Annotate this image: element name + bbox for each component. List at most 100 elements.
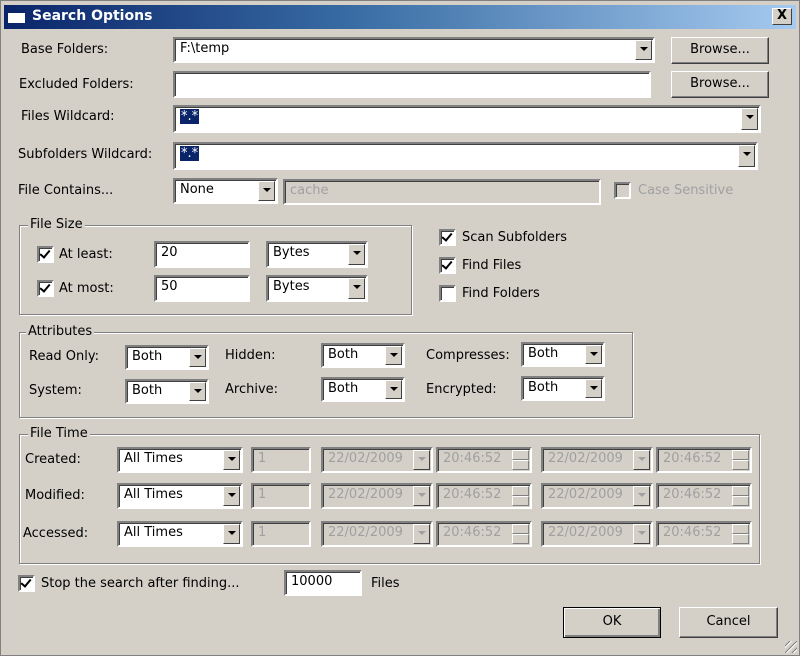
subfolders-wildcard-combobox[interactable]: *.* <box>173 142 758 170</box>
excluded-folders-input[interactable] <box>173 71 651 98</box>
file-time-to-date-picker[interactable]: 22/02/2009 <box>541 483 653 509</box>
file-time-mode-value: All Times <box>124 451 183 466</box>
file-time-from-date-picker[interactable]: 22/02/2009 <box>321 483 433 509</box>
file-time-from-time-spinner[interactable]: 20:46:52 <box>436 521 532 547</box>
chevron-down-icon[interactable] <box>223 524 240 544</box>
file-time-count-input[interactable]: 1 <box>251 447 311 473</box>
file-time-to-date-picker[interactable]: 22/02/2009 <box>541 447 653 473</box>
file-time-to-time-spinner[interactable]: 20:46:52 <box>656 483 752 509</box>
chevron-down-icon[interactable] <box>348 244 365 265</box>
at-most-input[interactable]: 50 <box>154 275 250 302</box>
chevron-down-icon[interactable] <box>585 379 602 398</box>
spinner-arrows-icon[interactable] <box>732 524 749 544</box>
hidden-select[interactable]: Both <box>321 343 405 368</box>
read-only-select[interactable]: Both <box>125 345 209 370</box>
stop-search-label: Stop the search after finding... <box>41 576 240 591</box>
stop-search-count-input[interactable]: 10000 <box>284 570 362 596</box>
file-time-mode-value: All Times <box>124 487 183 502</box>
browse-excluded-folders-button[interactable]: Browse... <box>671 71 769 98</box>
search-options-dialog: Search Options X Base Folders: F:\temp B… <box>0 0 800 656</box>
file-time-to-time-spinner[interactable]: 20:46:52 <box>656 521 752 547</box>
chevron-down-icon[interactable] <box>633 486 650 506</box>
chevron-down-icon[interactable] <box>738 145 755 167</box>
spinner-arrows-icon[interactable] <box>512 524 529 544</box>
spinner-arrows-icon[interactable] <box>732 450 749 470</box>
chevron-down-icon[interactable] <box>635 40 652 60</box>
subfolders-wildcard-value: *.* <box>180 146 200 161</box>
chevron-down-icon[interactable] <box>585 345 602 364</box>
find-files-checkbox[interactable] <box>439 257 456 274</box>
chevron-down-icon[interactable] <box>413 486 430 506</box>
chevron-down-icon[interactable] <box>413 524 430 544</box>
chevron-down-icon[interactable] <box>189 348 206 367</box>
file-time-from-time-spinner[interactable]: 20:46:52 <box>436 447 532 473</box>
case-sensitive-label: Case Sensitive <box>638 183 734 198</box>
chevron-down-icon[interactable] <box>633 450 650 470</box>
scan-subfolders-checkbox[interactable] <box>439 229 456 246</box>
resize-grip[interactable] <box>785 641 797 653</box>
browse-base-folders-button[interactable]: Browse... <box>671 37 769 64</box>
file-contains-text-input[interactable]: cache <box>283 179 601 205</box>
chevron-down-icon[interactable] <box>413 450 430 470</box>
system-select[interactable]: Both <box>125 379 209 404</box>
files-wildcard-value: *.* <box>180 109 200 124</box>
find-folders-checkbox[interactable] <box>439 285 456 302</box>
chevron-down-icon[interactable] <box>741 108 758 130</box>
chevron-down-icon[interactable] <box>633 524 650 544</box>
encrypted-select[interactable]: Both <box>521 376 605 401</box>
at-least-checkbox[interactable] <box>37 246 54 263</box>
spinner-arrows-icon[interactable] <box>512 486 529 506</box>
hidden-value: Both <box>328 347 359 362</box>
compresses-select[interactable]: Both <box>521 342 605 367</box>
chevron-down-icon[interactable] <box>348 278 365 299</box>
from-time-value: 20:46:52 <box>443 451 502 466</box>
from-date-value: 22/02/2009 <box>328 487 403 502</box>
base-folders-combobox[interactable]: F:\temp <box>173 37 655 63</box>
archive-label: Archive: <box>225 382 279 397</box>
chevron-down-icon[interactable] <box>223 450 240 470</box>
at-least-unit-select[interactable]: Bytes <box>266 241 368 268</box>
chevron-down-icon[interactable] <box>258 181 275 201</box>
to-time-value: 20:46:52 <box>663 525 722 540</box>
file-contains-label: File Contains... <box>18 183 114 198</box>
file-size-group-title: File Size <box>28 217 85 232</box>
scan-subfolders-label: Scan Subfolders <box>462 230 567 245</box>
chevron-down-icon[interactable] <box>223 486 240 506</box>
title-bar[interactable]: Search Options X <box>4 5 796 29</box>
chevron-down-icon[interactable] <box>385 346 402 365</box>
file-time-from-date-picker[interactable]: 22/02/2009 <box>321 521 433 547</box>
file-time-from-time-spinner[interactable]: 20:46:52 <box>436 483 532 509</box>
file-time-mode-select[interactable]: All Times <box>117 483 243 509</box>
spinner-arrows-icon[interactable] <box>732 486 749 506</box>
ok-button[interactable]: OK <box>563 607 661 638</box>
at-most-checkbox[interactable] <box>37 280 54 297</box>
file-time-from-date-picker[interactable]: 22/02/2009 <box>321 447 433 473</box>
file-time-count-input[interactable]: 1 <box>251 521 311 547</box>
chevron-down-icon[interactable] <box>189 382 206 401</box>
file-time-mode-select[interactable]: All Times <box>117 521 243 547</box>
stop-search-suffix: Files <box>371 576 400 591</box>
chevron-down-icon[interactable] <box>385 380 402 399</box>
at-most-unit-select[interactable]: Bytes <box>266 275 368 302</box>
archive-select[interactable]: Both <box>321 377 405 402</box>
to-date-value: 22/02/2009 <box>548 451 623 466</box>
files-wildcard-label: Files Wildcard: <box>21 109 115 124</box>
at-most-label: At most: <box>59 281 114 296</box>
system-label: System: <box>29 383 82 398</box>
browse-label: Browse... <box>690 76 750 91</box>
cancel-button[interactable]: Cancel <box>679 607 778 638</box>
at-most-unit-value: Bytes <box>273 279 310 294</box>
files-wildcard-combobox[interactable]: *.* <box>173 105 761 133</box>
compresses-value: Both <box>528 346 559 361</box>
case-sensitive-checkbox[interactable] <box>614 182 631 199</box>
file-contains-mode-select[interactable]: None <box>173 178 278 204</box>
spinner-arrows-icon[interactable] <box>512 450 529 470</box>
stop-search-checkbox[interactable] <box>18 575 35 592</box>
file-time-mode-select[interactable]: All Times <box>117 447 243 473</box>
at-least-input[interactable]: 20 <box>154 241 250 268</box>
close-button[interactable]: X <box>772 8 792 25</box>
subfolders-wildcard-label: Subfolders Wildcard: <box>18 147 153 162</box>
file-time-to-date-picker[interactable]: 22/02/2009 <box>541 521 653 547</box>
file-time-to-time-spinner[interactable]: 20:46:52 <box>656 447 752 473</box>
file-time-count-input[interactable]: 1 <box>251 483 311 509</box>
